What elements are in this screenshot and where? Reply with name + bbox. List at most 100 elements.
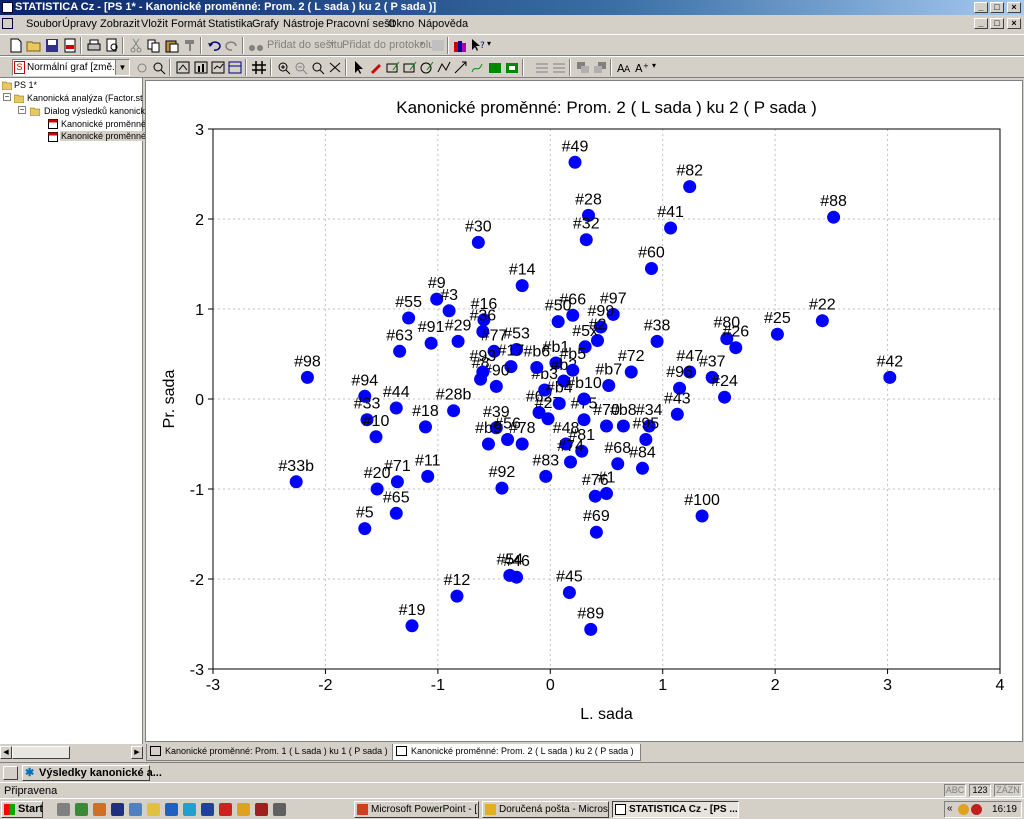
data-point[interactable] xyxy=(369,430,383,444)
data-point[interactable] xyxy=(815,314,829,328)
data-point[interactable] xyxy=(510,570,524,584)
data-point[interactable] xyxy=(883,370,897,384)
data-point[interactable] xyxy=(729,341,743,355)
data-point[interactable] xyxy=(405,619,419,633)
tray-expand-icon[interactable]: « xyxy=(947,803,953,814)
graph-type-icon[interactable] xyxy=(193,60,209,75)
data-point[interactable] xyxy=(300,370,314,384)
data-point[interactable] xyxy=(442,304,456,318)
data-point[interactable] xyxy=(471,235,485,249)
data-point[interactable] xyxy=(584,622,598,636)
data-point[interactable] xyxy=(577,413,591,427)
draw-text-icon[interactable] xyxy=(402,60,418,75)
redo-icon[interactable] xyxy=(224,38,240,53)
menu-upravy[interactable]: Úpravy xyxy=(62,18,97,30)
graph-data-icon[interactable] xyxy=(227,60,243,75)
data-point[interactable] xyxy=(589,525,603,539)
tree-dialog[interactable]: Dialog výsledků kanonick xyxy=(44,106,145,116)
data-point[interactable] xyxy=(611,457,625,471)
tab-graph-1[interactable]: Kanonické proměnné: Prom. 1 ( L sada ) k… xyxy=(146,744,395,761)
data-point[interactable] xyxy=(402,311,416,325)
graph-options-icon[interactable] xyxy=(210,60,226,75)
menu-okno[interactable]: Okno xyxy=(388,18,414,30)
data-point[interactable] xyxy=(579,233,593,247)
data-point[interactable] xyxy=(515,279,529,293)
data-point[interactable] xyxy=(389,401,403,415)
draw-arrow-icon[interactable] xyxy=(453,60,469,75)
horizontal-scrollbar-thumb[interactable] xyxy=(12,746,70,759)
tray-app-icon[interactable] xyxy=(971,804,982,815)
data-point[interactable] xyxy=(600,419,613,433)
data-point[interactable] xyxy=(551,315,565,329)
data-point[interactable] xyxy=(616,419,630,433)
quicklaunch-icon[interactable] xyxy=(93,803,106,816)
menu-soubor[interactable]: Soubor xyxy=(26,18,61,30)
menu-grafy[interactable]: Grafy xyxy=(252,18,279,30)
data-point[interactable] xyxy=(670,407,684,421)
graph-style-combo[interactable]: S Normální graf [změ... ▼ xyxy=(12,59,130,76)
data-point[interactable] xyxy=(718,390,732,404)
format-painter-icon[interactable] xyxy=(182,38,198,53)
link-icon[interactable] xyxy=(504,60,520,75)
quicklaunch-icon[interactable] xyxy=(147,803,160,816)
data-point[interactable] xyxy=(683,180,697,194)
data-point[interactable] xyxy=(495,481,509,495)
paste-icon[interactable] xyxy=(164,38,180,53)
font-size-decrease-icon[interactable]: A + xyxy=(634,60,650,75)
doc-close-button[interactable]: × xyxy=(1007,18,1021,29)
draw-polyline-icon[interactable] xyxy=(436,60,452,75)
zoom-graph-icon[interactable] xyxy=(151,60,167,75)
data-point[interactable] xyxy=(827,210,841,224)
menu-format[interactable]: Formát xyxy=(171,18,206,30)
app-icon[interactable] xyxy=(2,2,13,13)
zoom-in-icon[interactable] xyxy=(276,60,292,75)
tree-graph-item-1[interactable]: Kanonické proměnné xyxy=(61,119,146,129)
start-button[interactable]: Start xyxy=(1,801,43,818)
chevron-down-icon[interactable]: ▾ xyxy=(330,39,334,48)
data-point[interactable] xyxy=(600,487,613,500)
help-pointer-icon[interactable]: ? xyxy=(470,38,486,53)
quicklaunch-icon[interactable] xyxy=(237,803,250,816)
print-icon[interactable] xyxy=(86,38,102,53)
quicklaunch-icon[interactable] xyxy=(219,803,232,816)
quicklaunch-icon[interactable] xyxy=(129,803,142,816)
cut-icon[interactable] xyxy=(128,38,144,53)
chevron-down-icon[interactable]: ▾ xyxy=(652,61,656,70)
send-back-icon[interactable] xyxy=(592,60,608,75)
scatter-chart[interactable]: -3 -2 -1 0 1 2 3 4 -3 -2 -1 0 1 2 3 #49 #82 #88 #28 #41 #32… xyxy=(146,81,1022,741)
grid-icon[interactable] xyxy=(251,60,267,75)
doc-minimize-button[interactable]: _ xyxy=(974,18,988,29)
graph-window[interactable]: -3 -2 -1 0 1 2 3 4 -3 -2 -1 0 1 2 3 #49 #82 #88 #28 #41 #32… xyxy=(145,80,1023,742)
data-point[interactable] xyxy=(562,586,576,599)
data-point[interactable] xyxy=(664,221,678,235)
quicklaunch-icon[interactable] xyxy=(273,803,286,816)
binoculars-icon[interactable] xyxy=(248,38,264,53)
embed-icon[interactable] xyxy=(487,60,503,75)
data-point[interactable] xyxy=(358,522,372,536)
quicklaunch-icon[interactable] xyxy=(165,803,178,816)
data-point[interactable] xyxy=(418,420,432,434)
data-point[interactable] xyxy=(624,365,638,379)
menu-zobrazit[interactable]: Zobrazit xyxy=(100,18,140,30)
draw-rect-icon[interactable] xyxy=(385,60,401,75)
draw-freehand-icon[interactable] xyxy=(470,60,486,75)
tree-graph-item-2[interactable]: Kanonické proměnné xyxy=(60,131,148,141)
quicklaunch-icon[interactable] xyxy=(201,803,214,816)
tab-graph-2[interactable]: Kanonické proměnné: Prom. 2 ( L sada ) k… xyxy=(392,744,641,761)
data-point[interactable] xyxy=(450,589,464,603)
tree-root[interactable]: PS 1* xyxy=(14,80,37,90)
task-powerpoint[interactable]: Microsoft PowerPoint - [... xyxy=(354,801,479,818)
chevron-down-icon[interactable]: ▾ xyxy=(487,39,491,48)
tree-analysis[interactable]: Kanonická analýza (Factor.st xyxy=(27,93,143,103)
maximize-button[interactable]: □ xyxy=(990,2,1004,13)
font-size-increase-icon[interactable]: AA xyxy=(616,60,632,75)
workbook-window-button[interactable]: ✱ Výsledky kanonické a... xyxy=(22,765,162,781)
task-statistica[interactable]: STATISTICA Cz - [PS ... xyxy=(612,801,739,818)
data-point[interactable] xyxy=(390,475,404,489)
data-point[interactable] xyxy=(602,379,616,392)
data-point[interactable] xyxy=(568,155,582,169)
menu-pracovni-sesit[interactable]: Pracovní sešit xyxy=(326,18,395,30)
collapse-icon[interactable]: − xyxy=(18,106,26,114)
data-point[interactable] xyxy=(389,506,403,520)
add-to-ms-word-icon[interactable] xyxy=(430,38,446,53)
